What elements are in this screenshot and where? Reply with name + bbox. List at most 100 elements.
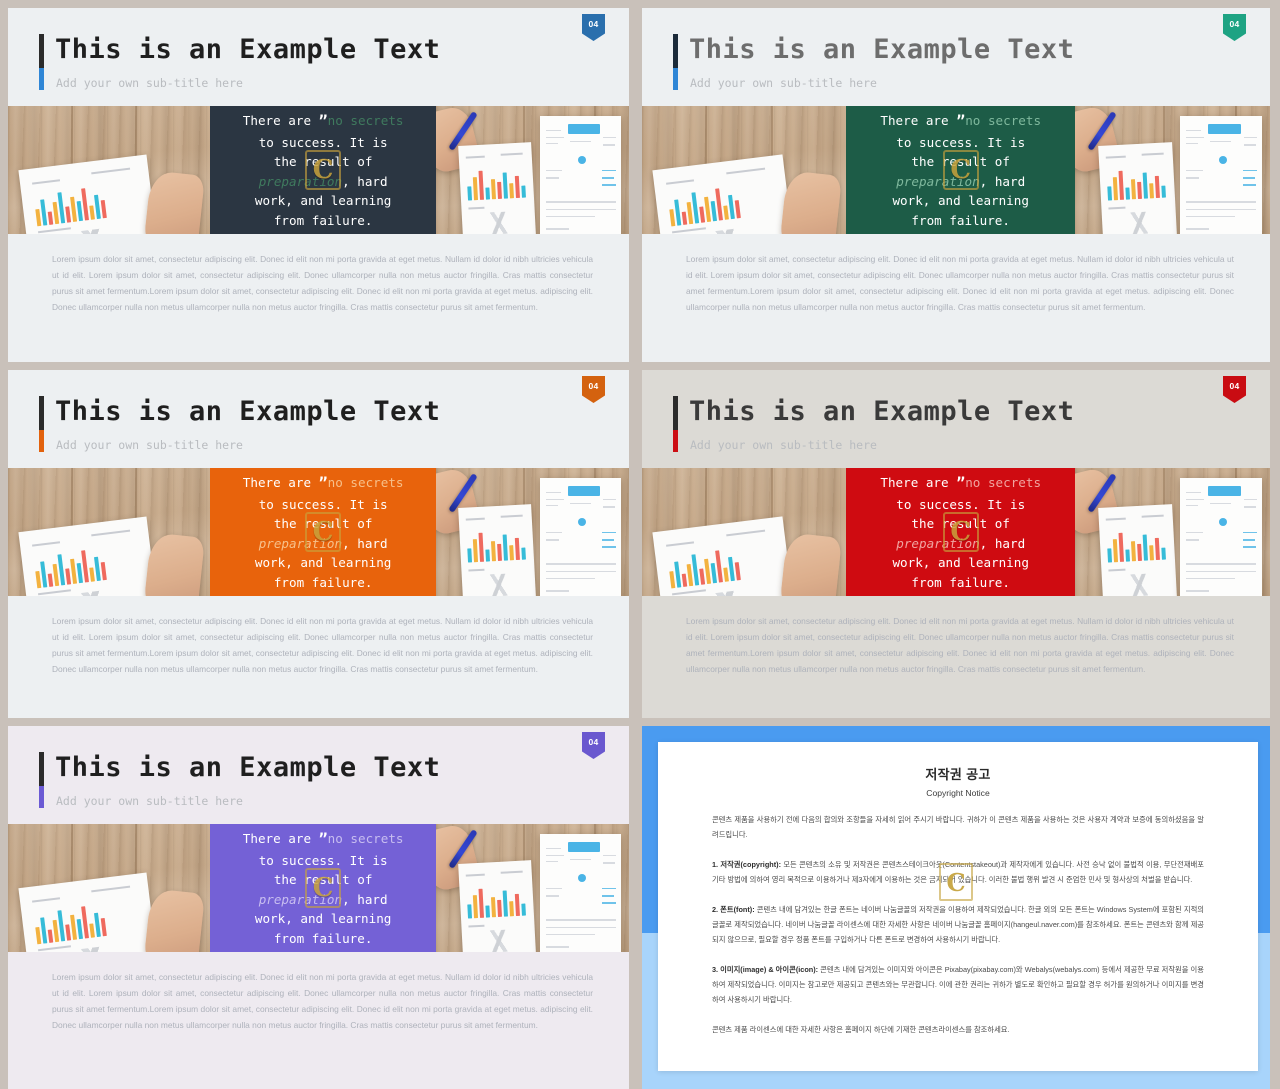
watermark-logo-icon: C — [305, 150, 342, 190]
watermark-logo-icon: C — [305, 868, 342, 908]
chart-document — [652, 516, 795, 596]
quote-line1-a: There are — [242, 830, 319, 846]
copyright-card: 저작권 공고 Copyright Notice 콘텐츠 제품을 사용하기 전에 다음… — [658, 742, 1258, 1071]
body-paragraph: Lorem ipsum dolor sit amet, consectetur … — [52, 972, 593, 1031]
page-subtitle: Add your own sub-title here — [56, 76, 243, 90]
slide-header: This is an Example Text Add your own sub… — [642, 370, 1270, 468]
quote-line4-b: , hard — [979, 535, 1026, 551]
slide-purple[interactable]: This is an Example Text Add your own sub… — [0, 718, 637, 1089]
quote-overlay-panel: There are ”no secrets to success. It is … — [209, 106, 437, 234]
accent-bar-bottom — [673, 68, 678, 90]
page-subtitle: Add your own sub-title here — [690, 438, 877, 452]
quote-line5: work, and learning — [254, 555, 392, 571]
photo-left-desk-with-chart — [642, 468, 847, 596]
quote-line2: to success. It is — [258, 852, 388, 868]
body-paragraph: Lorem ipsum dolor sit amet, consectetur … — [686, 616, 1234, 675]
accent-bar-top — [39, 752, 44, 786]
slide-red[interactable]: This is an Example Text Add your own sub… — [637, 362, 1280, 718]
slide-number-badge: 04 — [582, 14, 605, 41]
accent-bar — [39, 396, 44, 452]
quote-line6: from failure. — [273, 212, 373, 228]
slide-copyright[interactable]: 저작권 공고 Copyright Notice 콘텐츠 제품을 사용하기 전에 다음… — [637, 718, 1280, 1089]
copyright-outro: 콘텐츠 제품 라이센스에 대한 자세한 사항은 홈페이지 하단에 기재한 콘텐츠… — [712, 1024, 1010, 1034]
quote-line1-b: no secrets — [327, 112, 404, 128]
copyright-item-2: 2. 폰트(font): 콘텐츠 내에 담겨있는 한글 폰트는 네이버 나눔글꼴… — [712, 903, 1204, 948]
photo-right-desk-documents — [436, 106, 629, 234]
quote-line6: from failure. — [273, 930, 373, 946]
quote-line1-a: There are — [880, 112, 957, 128]
quote-overlay-panel: There are ”no secrets to success. It is … — [846, 106, 1076, 234]
copyright-item-2-text: 콘텐츠 내에 담겨있는 한글 폰트는 네이버 나눔글꼴의 저작권을 이용하여 제… — [712, 904, 1204, 944]
chart-document — [1097, 504, 1178, 596]
resume-document — [1180, 116, 1263, 234]
quote-line6: from failure. — [273, 574, 373, 590]
slide-header: This is an Example Text Add your own sub… — [8, 8, 629, 106]
photo-left-desk-with-chart — [8, 106, 210, 234]
accent-bar-top — [673, 396, 678, 430]
quote-line1-b: no secrets — [327, 830, 404, 846]
quote-line2: to success. It is — [896, 134, 1026, 150]
slide-number-badge: 04 — [582, 376, 605, 403]
chart-document — [18, 154, 159, 234]
copyright-item-3-label: 3. 이미지(image) & 아이콘(icon): — [712, 964, 819, 974]
body-paragraph: Lorem ipsum dolor sit amet, consectetur … — [686, 254, 1234, 313]
quote-line4-b: , hard — [979, 173, 1026, 189]
slide-number-badge: 04 — [1223, 376, 1246, 403]
photo-left-desk-with-chart — [8, 468, 210, 596]
accent-bar — [673, 396, 678, 452]
photo-right-desk-documents — [1075, 468, 1270, 596]
quote-overlay-panel: There are ”no secrets to success. It is … — [209, 824, 437, 952]
slide-grid: This is an Example Text Add your own sub… — [0, 0, 1280, 1089]
slide-navy[interactable]: This is an Example Text Add your own sub… — [0, 0, 637, 362]
quote-mark: ” — [318, 829, 328, 848]
accent-bar-top — [39, 34, 44, 68]
resume-document — [540, 834, 622, 952]
quote-line1-b: no secrets — [327, 474, 404, 490]
photo-right-desk-documents — [1075, 106, 1270, 234]
copyright-item-2-label: 2. 폰트(font): — [712, 904, 755, 914]
accent-bar-top — [39, 396, 44, 430]
photo-strip: There are ”no secrets to success. It is … — [642, 106, 1270, 234]
quote-line6: from failure. — [911, 574, 1010, 590]
accent-bar-bottom — [673, 430, 678, 452]
quote-overlay-panel: There are ”no secrets to success. It is … — [846, 468, 1076, 596]
quote-line5: work, and learning — [254, 193, 392, 209]
watermark-logo-icon: C — [305, 512, 342, 552]
slide-orange[interactable]: This is an Example Text Add your own sub… — [0, 362, 637, 718]
quote-line5: work, and learning — [254, 911, 392, 927]
quote-line2: to success. It is — [258, 134, 388, 150]
quote-mark: ” — [318, 473, 328, 492]
resume-document — [1180, 478, 1263, 596]
watermark-logo-icon: C — [942, 150, 979, 190]
slide: This is an Example Text Add your own sub… — [642, 370, 1270, 718]
slide-header: This is an Example Text Add your own sub… — [8, 726, 629, 824]
slide-number-badge: 04 — [1223, 14, 1246, 41]
page-subtitle: Add your own sub-title here — [690, 76, 877, 90]
photo-right-desk-documents — [436, 824, 629, 952]
accent-bar-bottom — [39, 430, 44, 452]
page-title: This is an Example Text — [689, 34, 1075, 65]
body-paragraph: Lorem ipsum dolor sit amet, consectetur … — [52, 254, 593, 313]
page-title: This is an Example Text — [689, 396, 1075, 427]
accent-bar-bottom — [39, 786, 44, 808]
photo-strip: There are ”no secrets to success. It is … — [8, 468, 629, 596]
page-title: This is an Example Text — [55, 34, 441, 65]
photo-left-desk-with-chart — [8, 824, 210, 952]
quote-overlay-panel: There are ”no secrets to success. It is … — [209, 468, 437, 596]
chart-document — [652, 154, 795, 234]
photo-strip: There are ”no secrets to success. It is … — [642, 468, 1270, 596]
slide-header: This is an Example Text Add your own sub… — [8, 370, 629, 468]
chart-document — [18, 516, 159, 596]
photo-left-desk-with-chart — [642, 106, 847, 234]
quote-line6: from failure. — [911, 212, 1010, 228]
quote-line1-b: no secrets — [965, 112, 1042, 128]
copyright-item-1-label: 1. 저작권(copyright): — [712, 859, 782, 869]
slide-teal[interactable]: This is an Example Text Add your own sub… — [637, 0, 1280, 362]
body-paragraph: Lorem ipsum dolor sit amet, consectetur … — [52, 616, 593, 675]
watermark-logo-icon: C — [939, 863, 973, 902]
accent-bar-bottom — [39, 68, 44, 90]
quote-line5: work, and learning — [892, 555, 1029, 571]
page-title: This is an Example Text — [55, 396, 441, 427]
page-title: This is an Example Text — [55, 752, 441, 783]
quote-mark: ” — [318, 111, 328, 130]
